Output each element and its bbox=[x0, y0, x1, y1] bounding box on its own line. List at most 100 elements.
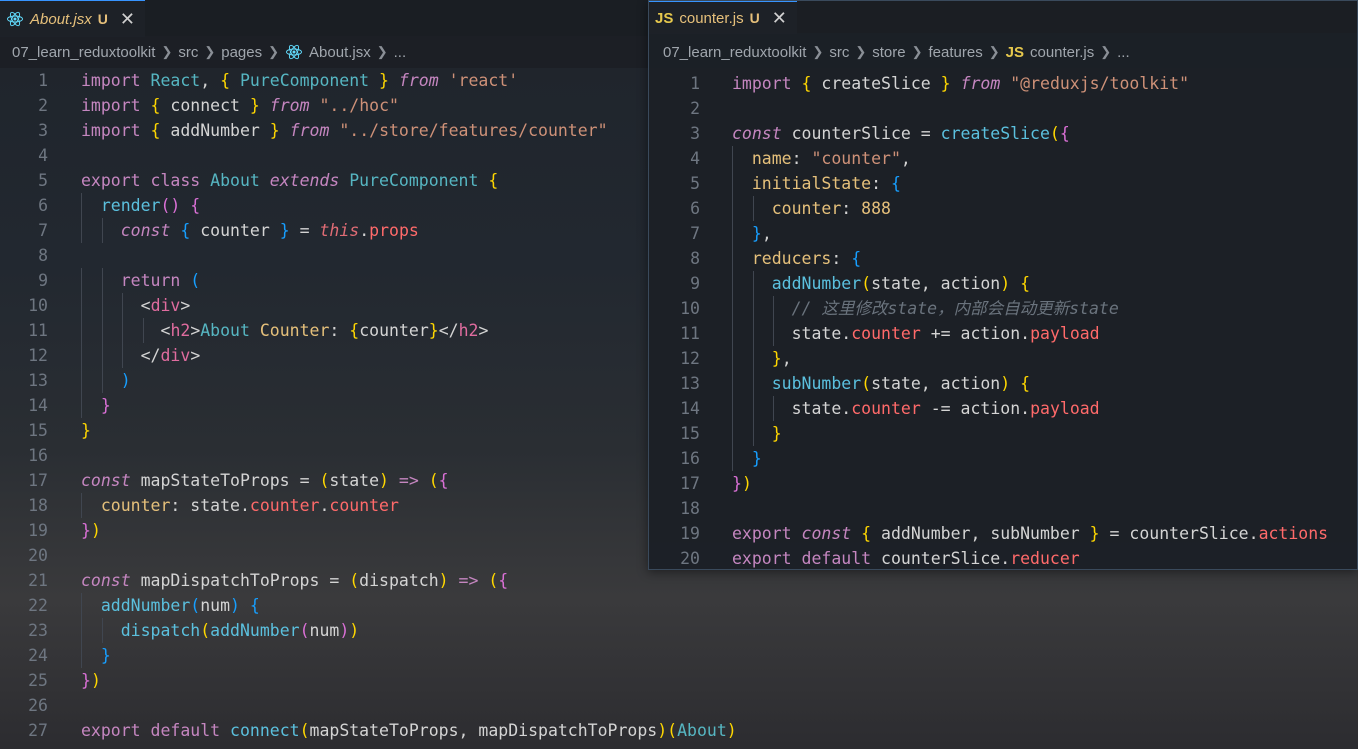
code-line[interactable]: 14 state.counter -= action.payload bbox=[649, 396, 1357, 421]
line-number: 15 bbox=[680, 424, 700, 443]
line-number: 27 bbox=[28, 721, 48, 740]
line-content: <div> bbox=[140, 296, 191, 315]
code-line[interactable]: 4 name: "counter", bbox=[649, 146, 1357, 171]
js-icon: JS bbox=[1005, 43, 1024, 61]
chevron-right-icon: ❯ bbox=[988, 44, 1000, 59]
line-number: 16 bbox=[28, 446, 48, 465]
line-number: 9 bbox=[690, 274, 700, 293]
breadcrumb-item[interactable]: features bbox=[929, 44, 983, 61]
code-editor[interactable]: 1 import { createSlice } from "@reduxjs/t… bbox=[649, 71, 1357, 569]
code-line[interactable]: 16 } bbox=[649, 446, 1357, 471]
code-line[interactable]: 13 subNumber(state, action) { bbox=[649, 371, 1357, 396]
chevron-right-icon: ❯ bbox=[161, 44, 173, 59]
line-number: 2 bbox=[38, 96, 48, 115]
line-content: import { addNumber } from "../store/feat… bbox=[81, 121, 608, 140]
code-line[interactable]: 27 export default connect(mapStateToProps… bbox=[0, 718, 1358, 743]
line-content: const { counter } = this.props bbox=[120, 221, 419, 240]
code-line[interactable]: 9 addNumber(state, action) { bbox=[649, 271, 1357, 296]
line-number: 16 bbox=[680, 449, 700, 468]
code-line[interactable]: 19 export const { addNumber, subNumber } … bbox=[649, 521, 1357, 546]
line-number: 20 bbox=[680, 549, 700, 568]
code-line[interactable]: 17}) bbox=[649, 471, 1357, 496]
line-content: state.counter -= action.payload bbox=[791, 399, 1100, 418]
line-content: }, bbox=[751, 224, 772, 243]
line-content: name: "counter", bbox=[751, 149, 911, 168]
code-line[interactable]: 20 export default counterSlice.reducer bbox=[649, 546, 1357, 569]
code-line[interactable]: 11 state.counter += action.payload bbox=[649, 321, 1357, 346]
line-number: 7 bbox=[38, 221, 48, 240]
tab-filename: About.jsx bbox=[30, 10, 92, 28]
breadcrumb: 07_learn_reduxtoolkit ❯ src ❯ store ❯ fe… bbox=[649, 33, 1357, 71]
line-number: 8 bbox=[690, 249, 700, 268]
react-icon bbox=[286, 44, 303, 60]
line-number: 3 bbox=[690, 124, 700, 143]
breadcrumb-item[interactable]: About.jsx bbox=[309, 44, 371, 61]
code-line[interactable]: 5 initialState: { bbox=[649, 171, 1357, 196]
line-content: render() { bbox=[100, 196, 201, 215]
line-content: ) bbox=[120, 371, 131, 390]
line-content: const mapStateToProps = (state) => ({ bbox=[81, 471, 449, 490]
close-icon[interactable]: ✕ bbox=[772, 8, 787, 29]
chevron-right-icon: ❯ bbox=[204, 44, 216, 59]
code-line[interactable]: 25}) bbox=[0, 668, 1358, 693]
line-number: 19 bbox=[680, 524, 700, 543]
code-line[interactable]: 21 const mapDispatchToProps = (dispatch) … bbox=[0, 568, 1358, 593]
line-content: counter: state.counter.counter bbox=[100, 496, 399, 515]
code-line[interactable]: 7 }, bbox=[649, 221, 1357, 246]
code-line[interactable]: 24 } bbox=[0, 643, 1358, 668]
breadcrumb-item[interactable]: 07_learn_reduxtoolkit bbox=[12, 44, 155, 61]
line-number: 11 bbox=[28, 321, 48, 340]
line-content: }) bbox=[81, 521, 101, 540]
line-content: export class About extends PureComponent… bbox=[81, 171, 499, 190]
line-number: 1 bbox=[690, 74, 700, 93]
line-number: 5 bbox=[690, 174, 700, 193]
line-content: }) bbox=[732, 474, 752, 493]
breadcrumb-item[interactable]: ... bbox=[394, 44, 407, 61]
line-content: } bbox=[100, 396, 111, 415]
breadcrumb-item[interactable]: counter.js bbox=[1030, 44, 1094, 61]
line-number: 2 bbox=[690, 99, 700, 118]
chevron-right-icon: ❯ bbox=[268, 44, 280, 59]
tab-counter-js[interactable]: JS counter.js U ✕ bbox=[649, 1, 797, 34]
line-number: 23 bbox=[28, 621, 48, 640]
tab-about-jsx[interactable]: About.jsx U ✕ bbox=[0, 0, 145, 37]
code-line[interactable]: 10 // 这里修改state，内部会自动更新state bbox=[649, 296, 1357, 321]
line-number: 6 bbox=[38, 196, 48, 215]
line-number: 12 bbox=[680, 349, 700, 368]
code-line[interactable]: 15 } bbox=[649, 421, 1357, 446]
code-line[interactable]: 22 addNumber(num) { bbox=[0, 593, 1358, 618]
code-line[interactable]: 23 dispatch(addNumber(num)) bbox=[0, 618, 1358, 643]
tab-status-badge: U bbox=[749, 10, 760, 26]
line-content: export const { addNumber, subNumber } = … bbox=[732, 524, 1329, 543]
line-content: }) bbox=[81, 671, 101, 690]
breadcrumb-item[interactable]: 07_learn_reduxtoolkit bbox=[663, 44, 806, 61]
breadcrumb-item[interactable]: ... bbox=[1117, 44, 1130, 61]
code-line[interactable]: 8 reducers: { bbox=[649, 246, 1357, 271]
line-content: reducers: { bbox=[751, 249, 862, 268]
code-line[interactable]: 12 }, bbox=[649, 346, 1357, 371]
line-content: import { createSlice } from "@reduxjs/to… bbox=[732, 74, 1190, 93]
line-content: export default connect(mapStateToProps, … bbox=[81, 721, 737, 740]
line-number: 5 bbox=[38, 171, 48, 190]
close-icon[interactable]: ✕ bbox=[120, 9, 135, 30]
line-content: } bbox=[771, 424, 782, 443]
code-line[interactable]: 1 import { createSlice } from "@reduxjs/t… bbox=[649, 71, 1357, 96]
code-line[interactable]: 2 bbox=[649, 96, 1357, 121]
breadcrumb-item[interactable]: pages bbox=[221, 44, 262, 61]
chevron-right-icon: ❯ bbox=[376, 44, 388, 59]
react-icon bbox=[7, 11, 23, 27]
line-number: 25 bbox=[28, 671, 48, 690]
code-line[interactable]: 6 counter: 888 bbox=[649, 196, 1357, 221]
breadcrumb-item[interactable]: src bbox=[829, 44, 849, 61]
line-number: 10 bbox=[28, 296, 48, 315]
line-content: state.counter += action.payload bbox=[791, 324, 1100, 343]
line-content: import { connect } from "../hoc" bbox=[81, 96, 399, 115]
line-content: addNumber(state, action) { bbox=[771, 274, 1031, 293]
code-line[interactable]: 3 const counterSlice = createSlice({ bbox=[649, 121, 1357, 146]
code-line[interactable]: 18 bbox=[649, 496, 1357, 521]
breadcrumb-item[interactable]: src bbox=[178, 44, 198, 61]
line-number: 26 bbox=[28, 696, 48, 715]
line-number: 17 bbox=[28, 471, 48, 490]
breadcrumb-item[interactable]: store bbox=[872, 44, 905, 61]
code-line[interactable]: 26 bbox=[0, 693, 1358, 718]
